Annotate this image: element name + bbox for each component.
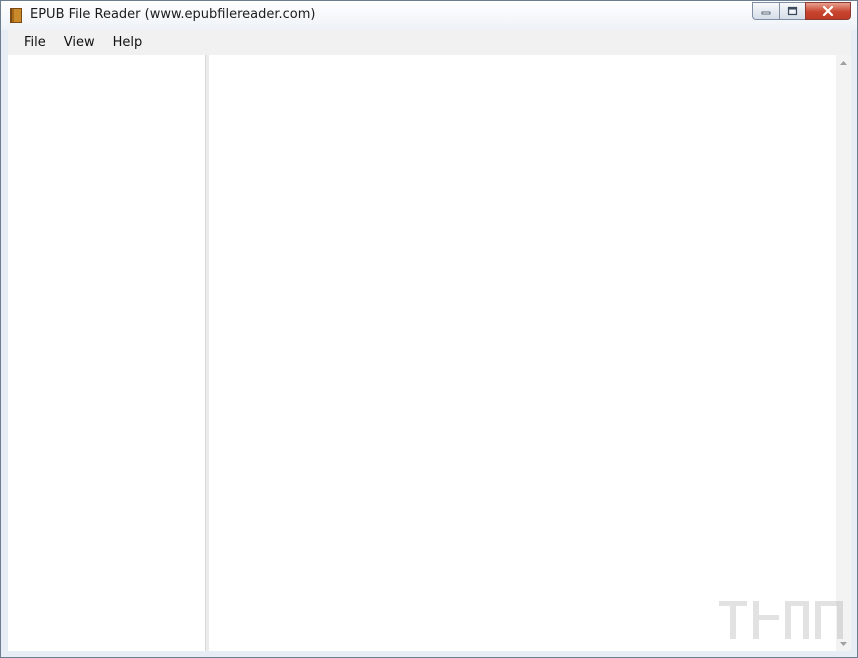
menu-bar: File View Help [8,30,851,55]
restore-icon [787,6,798,16]
reader-content-pane[interactable] [209,55,836,651]
close-icon [822,6,834,16]
menu-file[interactable]: File [15,30,55,55]
window-title: EPUB File Reader (www.epubfilereader.com… [30,7,316,22]
scroll-up-button[interactable] [836,55,851,70]
minimize-icon [761,11,771,15]
minimize-button[interactable] [752,2,779,20]
vertical-scrollbar[interactable] [836,55,851,651]
caption-buttons [752,2,851,20]
menu-help[interactable]: Help [104,30,152,55]
arrow-up-icon [840,60,847,65]
watermark-logo [719,601,843,639]
app-window: EPUB File Reader (www.epubfilereader.com… [0,0,858,658]
table-of-contents-pane[interactable] [8,55,205,651]
client-area [8,55,851,651]
menu-view[interactable]: View [55,30,104,55]
close-button[interactable] [805,2,851,20]
book-icon [10,8,22,23]
title-bar[interactable]: EPUB File Reader (www.epubfilereader.com… [1,1,857,30]
restore-button[interactable] [779,2,805,20]
